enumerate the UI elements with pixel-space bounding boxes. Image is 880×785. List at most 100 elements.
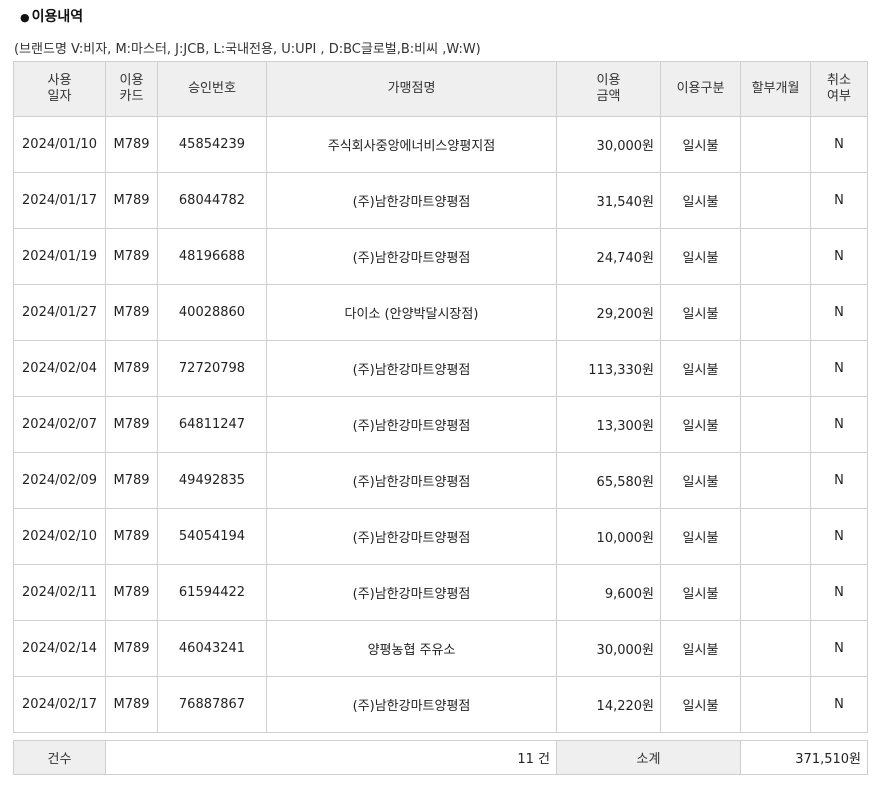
- section-title: ● 이용내역: [20, 6, 83, 26]
- count-value: 11 건: [105, 740, 557, 775]
- table-row: 2024/02/07 M789 64811247 (주)남한강마트양평점 13,…: [13, 396, 868, 453]
- cell-type: 일시불: [660, 452, 741, 509]
- cell-approval: 49492835: [157, 452, 267, 509]
- header-date: 사용 일자: [13, 61, 106, 117]
- cell-cancel: N: [810, 452, 868, 509]
- section-title-text: 이용내역: [31, 9, 84, 25]
- cell-card: M789: [105, 508, 158, 565]
- table-row: 2024/01/10 M789 45854239 주식회사중앙에너비스양평지점 …: [13, 116, 868, 173]
- cell-type: 일시불: [660, 228, 741, 285]
- cell-cancel: N: [810, 564, 868, 621]
- header-approval: 승인번호: [157, 61, 267, 117]
- cell-cancel: N: [810, 116, 868, 173]
- cell-installment: [740, 396, 811, 453]
- cell-amount: 13,300원: [556, 396, 661, 453]
- cell-approval: 61594422: [157, 564, 267, 621]
- cell-card: M789: [105, 396, 158, 453]
- cell-amount: 30,000원: [556, 620, 661, 677]
- cell-merchant: 다이소 (안양박달시장점): [266, 284, 557, 341]
- cell-installment: [740, 228, 811, 285]
- cell-date: 2024/02/11: [13, 564, 106, 621]
- subtotal-value: 371,510원: [740, 740, 868, 775]
- cell-date: 2024/02/10: [13, 508, 106, 565]
- subtotal-label: 소계: [556, 740, 741, 775]
- cell-merchant: 주식회사중앙에너비스양평지점: [266, 116, 557, 173]
- table-row: 2024/02/11 M789 61594422 (주)남한강마트양평점 9,6…: [13, 564, 868, 621]
- cell-date: 2024/02/04: [13, 340, 106, 397]
- cell-card: M789: [105, 228, 158, 285]
- cell-cancel: N: [810, 228, 868, 285]
- cell-merchant: (주)남한강마트양평점: [266, 564, 557, 621]
- header-type: 이용구분: [660, 61, 741, 117]
- cell-approval: 40028860: [157, 284, 267, 341]
- summary-table: 건수 11 건 소계 371,510원: [13, 740, 868, 775]
- cell-approval: 64811247: [157, 396, 267, 453]
- cell-amount: 31,540원: [556, 172, 661, 229]
- cell-merchant: (주)남한강마트양평점: [266, 396, 557, 453]
- header-installment: 할부개월: [740, 61, 811, 117]
- header-cancel: 취소 여부: [810, 61, 868, 117]
- table-row: 2024/02/04 M789 72720798 (주)남한강마트양평점 113…: [13, 340, 868, 397]
- cell-merchant: (주)남한강마트양평점: [266, 340, 557, 397]
- bullet-icon: ●: [20, 11, 30, 24]
- cell-approval: 46043241: [157, 620, 267, 677]
- count-label: 건수: [13, 740, 106, 775]
- cell-merchant: (주)남한강마트양평점: [266, 676, 557, 733]
- table-row: 2024/02/09 M789 49492835 (주)남한강마트양평점 65,…: [13, 452, 868, 509]
- cell-card: M789: [105, 452, 158, 509]
- table-row: 2024/02/17 M789 76887867 (주)남한강마트양평점 14,…: [13, 676, 868, 733]
- cell-approval: 72720798: [157, 340, 267, 397]
- cell-cancel: N: [810, 284, 868, 341]
- cell-card: M789: [105, 284, 158, 341]
- header-amount: 이용 금액: [556, 61, 661, 117]
- cell-installment: [740, 340, 811, 397]
- cell-amount: 29,200원: [556, 284, 661, 341]
- cell-date: 2024/01/10: [13, 116, 106, 173]
- cell-cancel: N: [810, 620, 868, 677]
- header-card: 이용 카드: [105, 61, 158, 117]
- cell-type: 일시불: [660, 116, 741, 173]
- table-header-row: 사용 일자 이용 카드 승인번호 가맹점명 이용 금액 이용구분 할부개월 취소 여부: [13, 61, 868, 117]
- cell-cancel: N: [810, 508, 868, 565]
- cell-date: 2024/01/17: [13, 172, 106, 229]
- cell-date: 2024/01/19: [13, 228, 106, 285]
- cell-card: M789: [105, 116, 158, 173]
- cell-type: 일시불: [660, 676, 741, 733]
- cell-installment: [740, 116, 811, 173]
- table-row: 2024/01/19 M789 48196688 (주)남한강마트양평점 24,…: [13, 228, 868, 285]
- cell-merchant: (주)남한강마트양평점: [266, 508, 557, 565]
- cell-card: M789: [105, 564, 158, 621]
- summary-row: 건수 11 건 소계 371,510원: [13, 740, 868, 775]
- table-row: 2024/02/14 M789 46043241 양평농협 주유소 30,000…: [13, 620, 868, 677]
- cell-approval: 68044782: [157, 172, 267, 229]
- usage-history-table: 사용 일자 이용 카드 승인번호 가맹점명 이용 금액 이용구분 할부개월 취소 여부 …: [13, 61, 868, 733]
- cell-approval: 76887867: [157, 676, 267, 733]
- cell-type: 일시불: [660, 620, 741, 677]
- cell-type: 일시불: [660, 564, 741, 621]
- cell-card: M789: [105, 172, 158, 229]
- cell-type: 일시불: [660, 340, 741, 397]
- cell-amount: 24,740원: [556, 228, 661, 285]
- cell-cancel: N: [810, 396, 868, 453]
- header-merchant: 가맹점명: [266, 61, 557, 117]
- cell-installment: [740, 620, 811, 677]
- cell-amount: 65,580원: [556, 452, 661, 509]
- cell-cancel: N: [810, 676, 868, 733]
- cell-installment: [740, 284, 811, 341]
- cell-card: M789: [105, 676, 158, 733]
- cell-merchant: (주)남한강마트양평점: [266, 452, 557, 509]
- cell-amount: 30,000원: [556, 116, 661, 173]
- cell-date: 2024/02/14: [13, 620, 106, 677]
- cell-date: 2024/02/17: [13, 676, 106, 733]
- cell-amount: 9,600원: [556, 564, 661, 621]
- cell-card: M789: [105, 340, 158, 397]
- cell-type: 일시불: [660, 396, 741, 453]
- cell-cancel: N: [810, 172, 868, 229]
- cell-date: 2024/02/07: [13, 396, 106, 453]
- cell-date: 2024/02/09: [13, 452, 106, 509]
- cell-installment: [740, 172, 811, 229]
- cell-card: M789: [105, 620, 158, 677]
- cell-merchant: 양평농협 주유소: [266, 620, 557, 677]
- cell-amount: 10,000원: [556, 508, 661, 565]
- table-row: 2024/01/27 M789 40028860 다이소 (안양박달시장점) 2…: [13, 284, 868, 341]
